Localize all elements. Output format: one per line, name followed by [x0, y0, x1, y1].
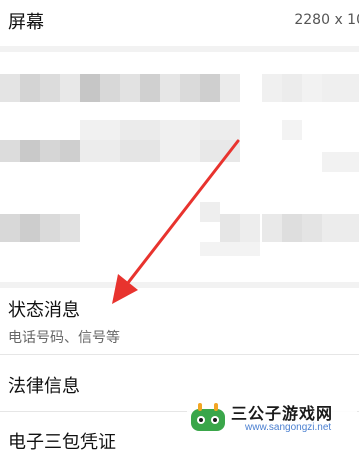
site-watermark: 三公子游戏网 www.sangongzi.net: [187, 398, 357, 438]
watermark-site-name: 三公子游戏网: [231, 404, 334, 423]
watermark-logo-icon: [191, 403, 225, 431]
red-annotation-arrow: [112, 139, 240, 304]
watermark-site-url: www.sangongzi.net: [245, 422, 332, 433]
